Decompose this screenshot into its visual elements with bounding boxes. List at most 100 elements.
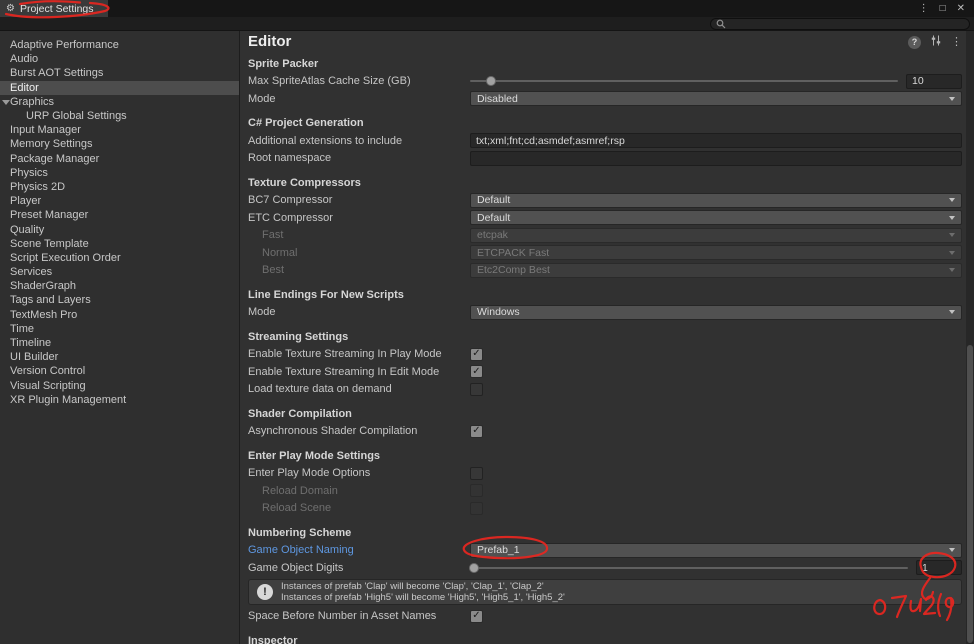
cache-size-slider[interactable] [470,74,898,89]
maximize-icon[interactable]: □ [940,3,946,14]
window-controls: ⋮ □ ✕ [919,0,974,17]
label-line-endings-mode: Mode [248,306,276,319]
section-sprite-packer: Sprite Packer Max SpriteAtlas Cache Size… [248,55,962,108]
slider-knob[interactable] [486,76,497,87]
preset-icon[interactable] [930,33,942,51]
numbering-info-box: ! Instances of prefab 'Clap' will become… [248,578,962,605]
sidebar-item-timeline[interactable]: Timeline [0,336,239,350]
page-title: Editor [248,33,292,50]
label-normal: Normal [262,246,298,259]
slider-track [470,566,908,569]
section-texture-compressors: Texture Compressors BC7 Compressor Defau… [248,174,962,279]
best-compressor-dropdown: Etc2Comp Best [470,262,962,278]
section-enter-play-mode: Enter Play Mode Settings Enter Play Mode… [248,447,962,517]
sidebar-item-tags-and-layers[interactable]: Tags and Layers [0,293,239,307]
section-streaming-settings: Streaming Settings Enable Texture Stream… [248,328,962,398]
window-tab-project-settings[interactable]: ⚙ Project Settings [0,0,108,17]
heading-numbering-scheme: Numbering Scheme [248,526,352,539]
vertical-scrollbar[interactable] [966,31,974,644]
sidebar-item-audio[interactable]: Audio [0,52,239,66]
dropdown-arrow-icon [949,233,955,238]
label-best: Best [262,264,285,277]
sidebar-item-urp-global-settings[interactable]: URP Global Settings [0,109,239,123]
label-enter-play-mode-options: Enter Play Mode Options [248,467,371,480]
sidebar-item-time[interactable]: Time [0,322,239,336]
search-icon [716,19,726,28]
sidebar-item-physics[interactable]: Physics [0,166,239,180]
label-load-texture-on-demand: Load texture data on demand [248,383,392,396]
sprite-packer-mode-dropdown[interactable]: Disabled [470,91,962,107]
info-line-2: Instances of prefab 'High5' will become … [281,591,565,603]
heading-texture-compressors: Texture Compressors [248,176,361,189]
enter-play-mode-options-checkbox[interactable] [470,466,483,480]
load-texture-on-demand-checkbox[interactable] [470,382,483,396]
sidebar-item-script-execution-order[interactable]: Script Execution Order [0,251,239,265]
sidebar-item-graphics[interactable]: Graphics [0,95,239,109]
space-before-number-checkbox[interactable] [470,609,483,623]
sidebar-item-package-manager[interactable]: Package Manager [0,152,239,166]
label-space-before-number: Space Before Number in Asset Names [248,610,437,623]
toolbar [0,17,974,31]
sidebar-item-services[interactable]: Services [0,265,239,279]
sidebar-item-version-control[interactable]: Version Control [0,364,239,378]
label-root-namespace: Root namespace [248,152,332,165]
streaming-play-checkbox[interactable] [470,347,483,361]
heading-shader-compilation: Shader Compilation [248,407,352,420]
normal-compressor-dropdown: ETCPACK Fast [470,245,962,261]
sidebar-item-quality[interactable]: Quality [0,222,239,236]
bc7-compressor-dropdown[interactable]: Default [470,192,962,208]
label-game-object-naming: Game Object Naming [248,544,354,557]
label-bc7-compressor: BC7 Compressor [248,194,333,207]
label-reload-domain: Reload Domain [262,484,338,497]
game-object-digits-value-field[interactable] [916,560,962,576]
sidebar-item-scene-template[interactable]: Scene Template [0,237,239,251]
sidebar-item-preset-manager[interactable]: Preset Manager [0,208,239,222]
sidebar-item-input-manager[interactable]: Input Manager [0,123,239,137]
heading-sprite-packer: Sprite Packer [248,57,319,70]
help-icon[interactable]: ? [908,35,921,49]
sidebar-item-ui-builder[interactable]: UI Builder [0,350,239,364]
sidebar-item-visual-scripting[interactable]: Visual Scripting [0,379,239,393]
sidebar-item-burst-aot-settings[interactable]: Burst AOT Settings [0,66,239,80]
info-line-1: Instances of prefab 'Clap' will become '… [281,580,544,592]
async-shader-compilation-checkbox[interactable] [470,424,483,438]
kebab-menu-icon[interactable]: ⋮ [951,36,962,48]
search-input[interactable] [730,18,964,29]
editor-settings-panel: Editor ? ⋮ Sprite Packer Max SpriteAtlas… [240,31,974,644]
label-game-object-digits: Game Object Digits [248,561,344,574]
label-streaming-edit-mode: Enable Texture Streaming In Edit Mode [248,365,440,378]
dropdown-arrow-icon [949,96,955,101]
section-csharp-project-generation: C# Project Generation Additional extensi… [248,115,962,168]
close-icon[interactable]: ✕ [957,3,965,14]
foldout-open-icon[interactable] [2,99,10,105]
label-sprite-packer-mode: Mode [248,92,276,105]
window-menu-icon[interactable]: ⋮ [919,3,929,14]
section-numbering-scheme: Numbering Scheme Game Object Naming Pref… [248,524,962,625]
etc-compressor-dropdown[interactable]: Default [470,210,962,226]
sidebar-item-player[interactable]: Player [0,194,239,208]
reload-domain-checkbox [470,484,483,498]
line-endings-mode-dropdown[interactable]: Windows [470,304,962,320]
sidebar-item-textmesh-pro[interactable]: TextMesh Pro [0,308,239,322]
root-namespace-field[interactable] [470,150,962,166]
settings-sidebar: Adaptive Performance Audio Burst AOT Set… [0,31,240,644]
scrollbar-thumb[interactable] [967,345,973,643]
additional-extensions-field[interactable] [470,133,962,149]
dropdown-arrow-icon [949,310,955,315]
sidebar-item-xr-plugin-management[interactable]: XR Plugin Management [0,393,239,407]
section-line-endings: Line Endings For New Scripts Mode Window… [248,286,962,321]
sidebar-item-shadergraph[interactable]: ShaderGraph [0,279,239,293]
streaming-edit-checkbox[interactable] [470,365,483,379]
label-etc-compressor: ETC Compressor [248,211,333,224]
slider-knob[interactable] [469,562,480,573]
sidebar-item-adaptive-performance[interactable]: Adaptive Performance [0,38,239,52]
sidebar-item-physics-2d[interactable]: Physics 2D [0,180,239,194]
cache-size-value-field[interactable] [906,73,962,89]
dropdown-arrow-icon [949,268,955,273]
game-object-naming-dropdown[interactable]: Prefab_1 [470,542,962,558]
search-box[interactable] [710,17,970,30]
sidebar-item-editor[interactable]: Editor [0,80,239,95]
game-object-digits-slider[interactable] [469,560,908,575]
sidebar-item-memory-settings[interactable]: Memory Settings [0,137,239,151]
label-max-spriteatlas-cache-size: Max SpriteAtlas Cache Size (GB) [248,75,411,88]
